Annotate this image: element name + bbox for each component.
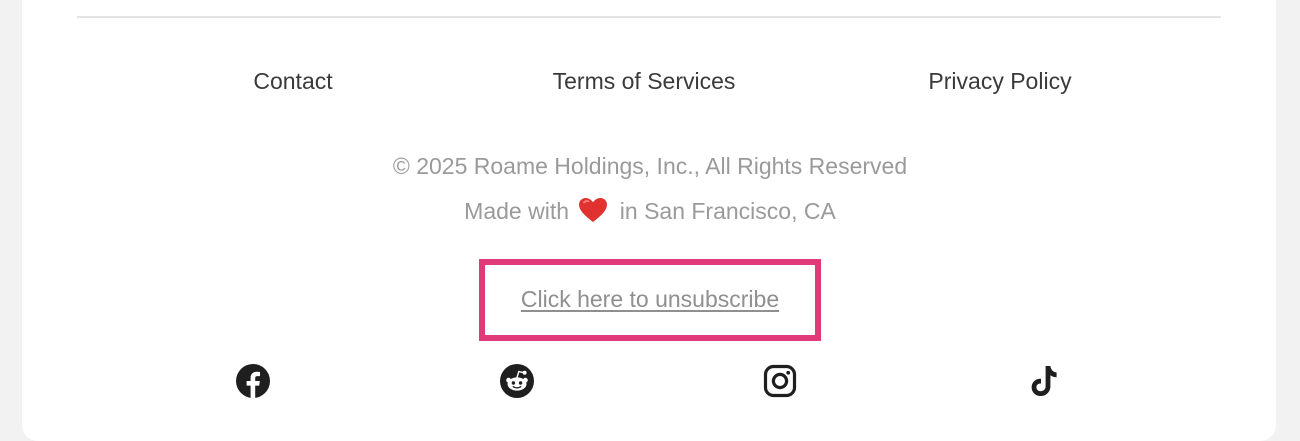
tiktok-icon[interactable] [1027,364,1061,398]
privacy-policy-link[interactable]: Privacy Policy [928,66,1071,96]
copyright-text: © 2025 Roame Holdings, Inc., All Rights … [392,153,908,179]
unsubscribe-link[interactable]: Click here to unsubscribe [0,284,1300,314]
contact-link[interactable]: Contact [253,66,332,96]
heart-icon [579,198,608,230]
instagram-icon[interactable] [763,364,797,398]
facebook-icon[interactable] [236,364,270,398]
made-with-prefix: Made with [464,198,569,224]
terms-of-services-link[interactable]: Terms of Services [553,66,736,96]
made-with-suffix: in San Francisco, CA [619,198,836,224]
reddit-icon[interactable] [500,364,534,398]
made-with-text: Made with in San Francisco, CA [0,196,1300,230]
footer-divider [77,16,1221,18]
